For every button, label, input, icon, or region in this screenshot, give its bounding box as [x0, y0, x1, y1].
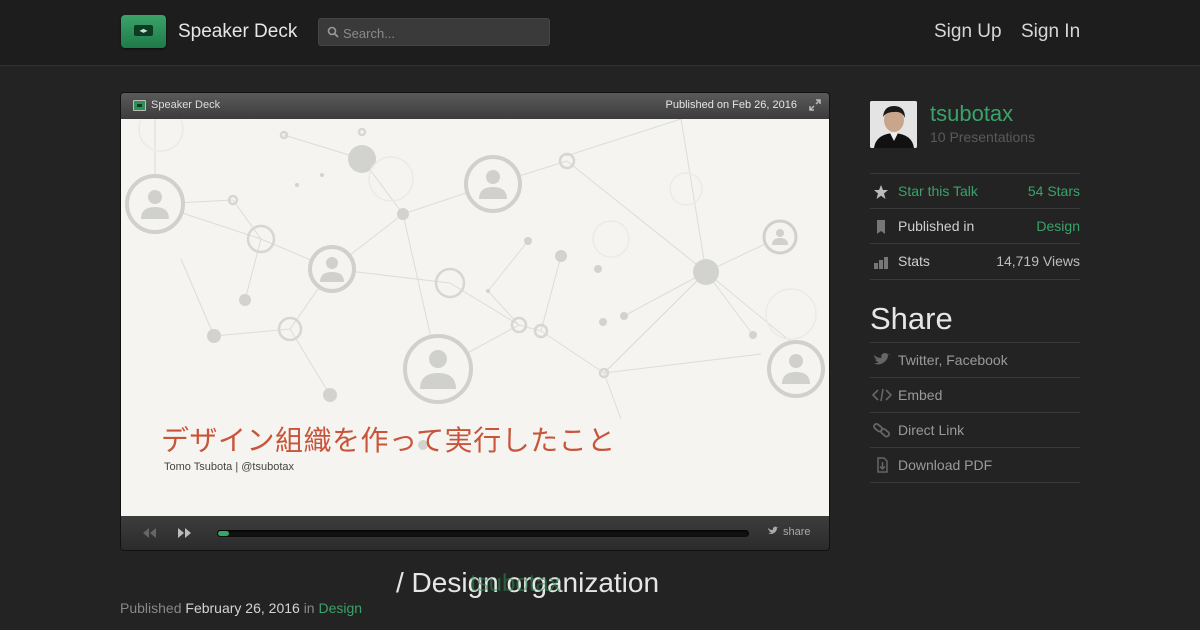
mini-logo-icon	[133, 100, 146, 111]
stars-count: 54 Stars	[1027, 183, 1080, 199]
sign-up-link[interactable]: Sign Up	[934, 21, 1002, 43]
player-controls: share	[121, 516, 829, 550]
speaker-deck-logo[interactable]: ◂▸	[121, 15, 166, 48]
published-in-category[interactable]: Design	[1036, 218, 1080, 234]
fast-forward-icon[interactable]	[177, 527, 193, 539]
code-icon	[872, 388, 892, 402]
logo-arrows-icon: ◂▸	[134, 25, 153, 36]
published-prefix: Published	[120, 600, 182, 616]
share-twitter-facebook[interactable]: Twitter, Facebook	[870, 342, 1080, 377]
published-in: in	[303, 600, 315, 616]
published-date: February 26, 2016	[185, 600, 300, 616]
overlay-author-link[interactable]: tsubotax	[470, 570, 561, 598]
share-embed-label: Embed	[898, 387, 943, 403]
progress-bar[interactable]	[217, 530, 749, 537]
stats-label: Stats	[898, 253, 930, 269]
slide-title-text: デザイン組織を作って実行したこと	[161, 424, 616, 457]
star-icon	[874, 185, 888, 199]
share-direct-link[interactable]: Direct Link	[870, 412, 1080, 447]
published-in-row: Published in Design	[870, 208, 1080, 243]
slide-author-text: Tomo Tsubota | @tsubotax	[164, 461, 295, 473]
share-button[interactable]: share	[767, 526, 811, 538]
progress-fill	[218, 531, 229, 536]
rewind-icon[interactable]	[141, 527, 157, 539]
user-node-icon	[125, 174, 185, 234]
avatar[interactable]	[870, 101, 917, 148]
bar-chart-icon	[874, 257, 888, 269]
twitter-icon	[874, 352, 891, 365]
category-link[interactable]: Design	[318, 600, 362, 616]
views-count: 14,719 Views	[996, 253, 1080, 269]
fullscreen-icon[interactable]	[809, 99, 821, 111]
link-icon	[873, 423, 890, 438]
published-line: Published February 26, 2016 in Design	[120, 600, 362, 616]
stats-row: Stats 14,719 Views	[870, 243, 1080, 278]
search-icon	[327, 26, 339, 38]
share-direct-link-label: Direct Link	[898, 422, 965, 438]
share-twitter-facebook-label: Twitter, Facebook	[898, 352, 1008, 368]
share-download-pdf-label: Download PDF	[898, 457, 993, 473]
search-input[interactable]	[343, 23, 543, 43]
site-header: ◂▸ Speaker Deck Sign Up Sign In	[0, 0, 1200, 66]
share-download-pdf[interactable]: Download PDF	[870, 447, 1080, 482]
player-published-date: Published on Feb 26, 2016	[665, 99, 798, 111]
divider	[870, 279, 1080, 280]
slide-canvas[interactable]: デザイン組織を作って実行したこと Tomo Tsubota | @tsubota…	[121, 119, 829, 516]
download-icon	[877, 457, 888, 473]
author-presentations-count[interactable]: 10 Presentations	[930, 129, 1035, 145]
search-box[interactable]	[318, 18, 550, 46]
player-top-bar: Speaker Deck Published on Feb 26, 2016	[121, 93, 829, 119]
star-talk-row[interactable]: Star this Talk 54 Stars	[870, 173, 1080, 208]
brand-name[interactable]: Speaker Deck	[178, 21, 297, 43]
slide-player: Speaker Deck Published on Feb 26, 2016 デ…	[120, 92, 830, 551]
twitter-bird-icon	[768, 526, 779, 534]
divider	[870, 482, 1080, 483]
bookmark-icon	[877, 220, 885, 234]
star-talk-label[interactable]: Star this Talk	[898, 183, 978, 199]
share-embed[interactable]: Embed	[870, 377, 1080, 412]
share-label: share	[783, 526, 811, 538]
player-brand[interactable]: Speaker Deck	[151, 99, 220, 111]
sign-in-link[interactable]: Sign In	[1021, 21, 1080, 43]
author-photo	[870, 101, 917, 148]
published-in-label: Published in	[898, 218, 975, 234]
author-name-link[interactable]: tsubotax	[930, 101, 1013, 127]
share-heading: Share	[870, 301, 953, 336]
